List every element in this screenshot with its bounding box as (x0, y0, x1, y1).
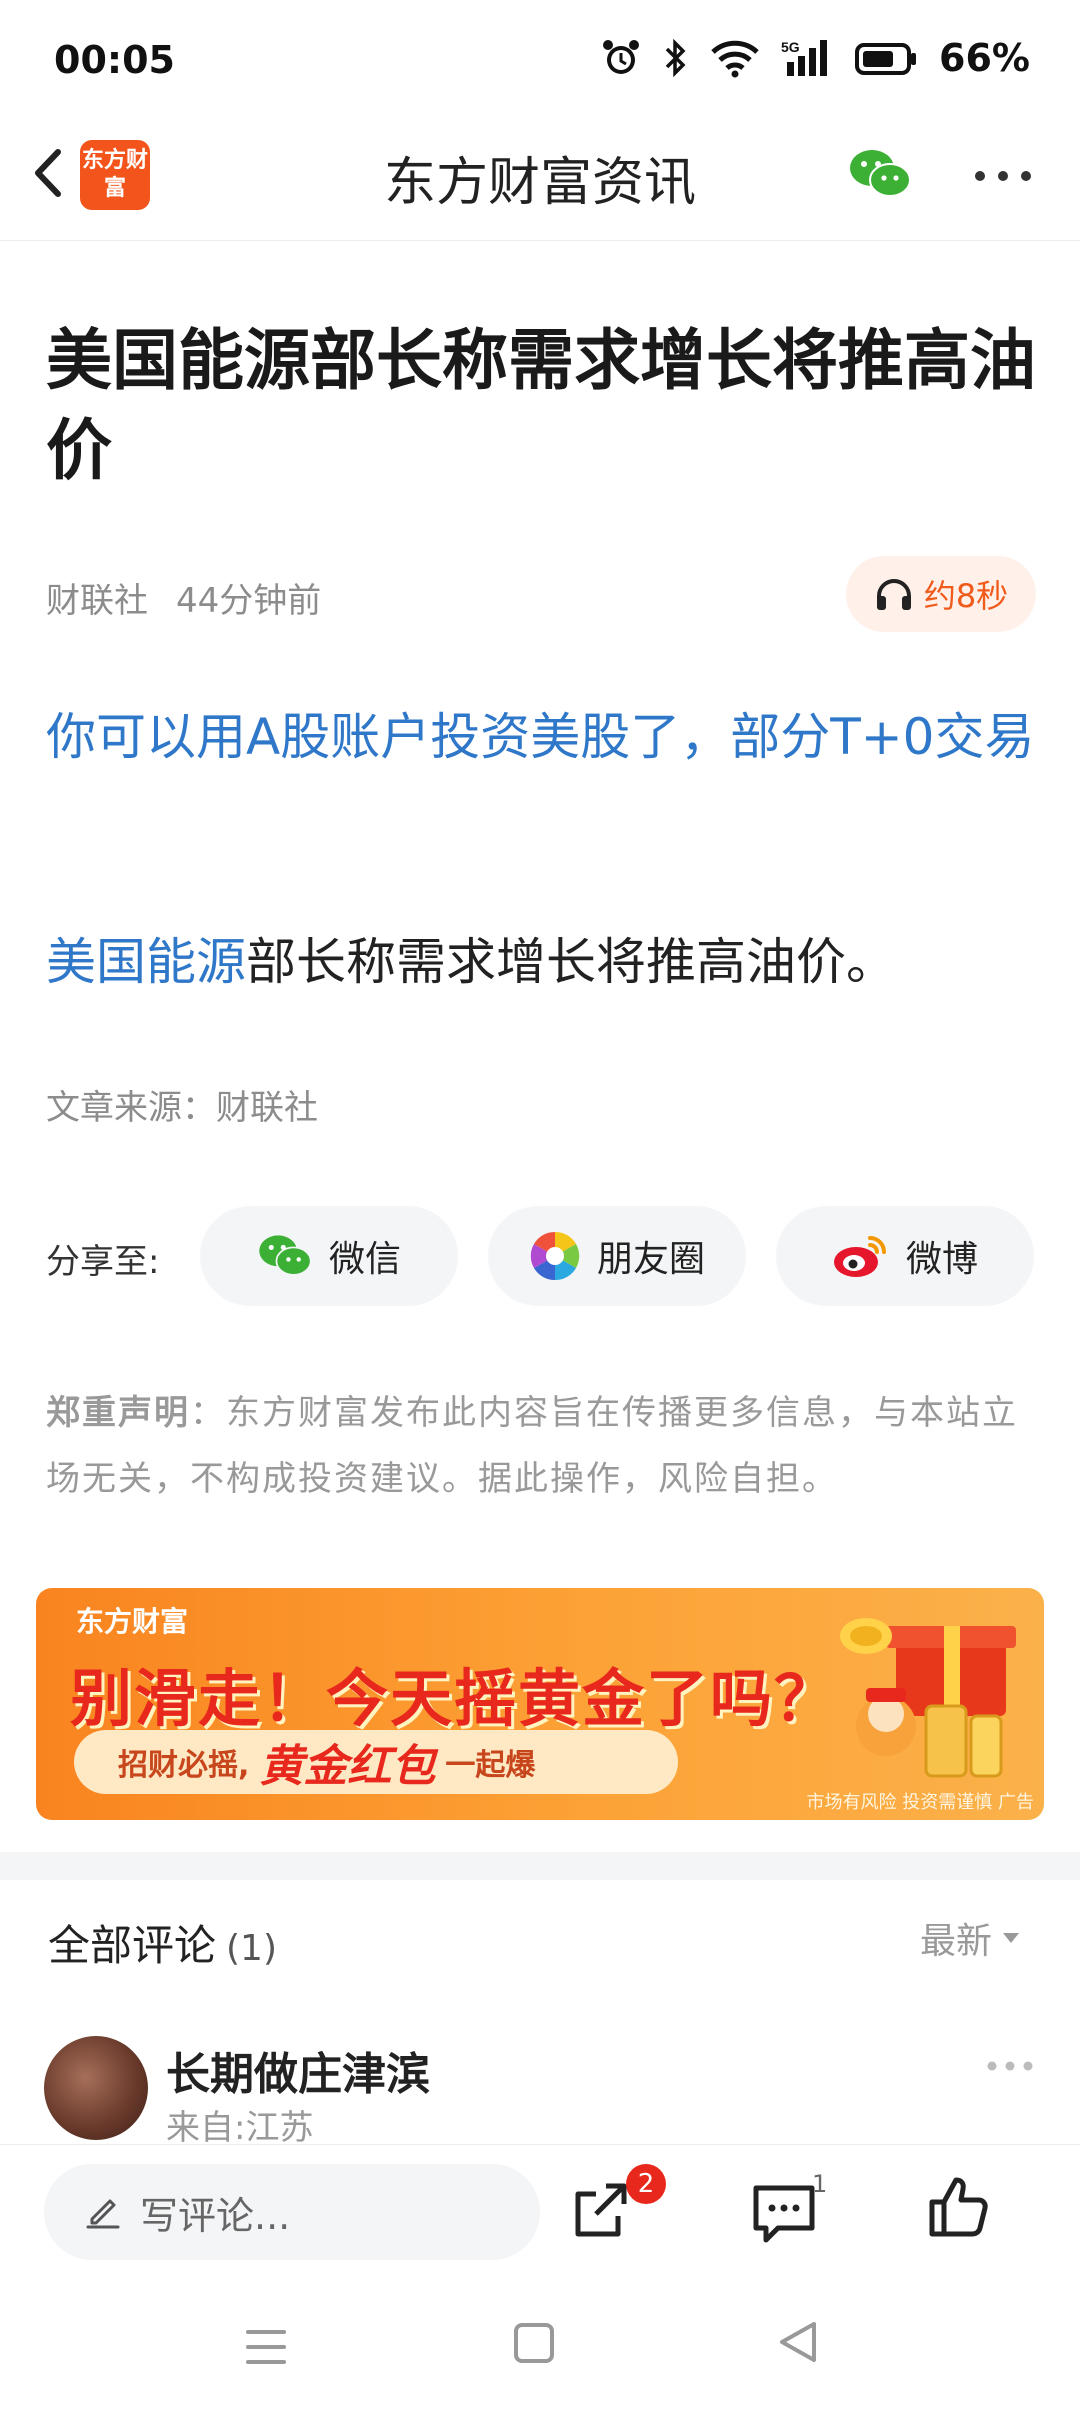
avatar[interactable] (44, 2036, 148, 2140)
share-count-badge: 2 (626, 2164, 666, 2204)
wechat-share-icon[interactable] (848, 146, 912, 202)
bluetooth-icon (665, 38, 686, 78)
audio-duration: 约8秒 (923, 577, 1009, 615)
banner-cta-main: 黄金红包 (259, 1741, 436, 1792)
share-moments-button[interactable]: 朋友圈 (488, 1206, 746, 1306)
nav-back-icon[interactable] (776, 2318, 820, 2366)
caret-down-icon (1003, 1933, 1020, 1943)
moments-icon (530, 1231, 580, 1281)
battery-icon (855, 43, 917, 75)
headphones-icon (876, 579, 911, 610)
svg-text:5G: 5G (781, 39, 800, 55)
weibo-icon (833, 1236, 886, 1277)
share-wechat-label: 微信 (328, 1239, 401, 1280)
status-icons: 5G 66% (601, 36, 1030, 80)
sort-dropdown[interactable]: 最新 (920, 1912, 1020, 1964)
more-icon[interactable] (974, 170, 1032, 182)
disclaimer-text: ：东方财富发布此内容旨在传播更多信息，与本站立场无关，不构成投资建议。据此操作，… (46, 1393, 1018, 1499)
wifi-icon (711, 40, 759, 78)
signal-5g-icon: 5G (781, 39, 828, 76)
article-source-line: 文章来源：财联社 (46, 1088, 318, 1128)
article-meta: 财联社 44分钟前 (46, 573, 349, 622)
article-source: 财联社 (46, 581, 148, 621)
section-divider (0, 1852, 1080, 1880)
commenter-location: 来自:江苏 (166, 2108, 314, 2148)
promo-banner[interactable]: 东方财富 别滑走！今天摇黄金了吗？ 招财必摇, 黄金红包 一起爆 市场有风险 投… (36, 1588, 1044, 1820)
comments-header: 全部评论 (1) (48, 1912, 277, 1973)
article-body-text: 部长称需求增长将推高油价。 (246, 933, 896, 991)
disclaimer: 郑重声明：东方财富发布此内容旨在传播更多信息，与本站立场无关，不构成投资建议。据… (46, 1380, 1036, 1512)
thumbs-up-icon[interactable] (924, 2172, 994, 2242)
share-moments-label: 朋友圈 (596, 1239, 705, 1280)
stock-keyword-link[interactable]: 美国能源 (46, 933, 246, 991)
share-weibo-button[interactable]: 微博 (776, 1206, 1034, 1306)
banner-headline: 别滑走！今天摇黄金了吗？ (70, 1662, 839, 1735)
gift-box-illustration (840, 1618, 1016, 1778)
share-label: 分享至: (46, 1242, 160, 1282)
status-time: 00:05 (54, 38, 175, 82)
comments-title: 全部评论 (48, 1921, 217, 1970)
wechat-icon (259, 1235, 312, 1276)
banner-cta-button[interactable]: 招财必摇, 黄金红包 一起爆 (74, 1730, 678, 1794)
home-icon[interactable] (512, 2320, 556, 2366)
comment-input-placeholder: 写评论... (140, 2193, 291, 2238)
commenter-name[interactable]: 长期做庄津滨 (166, 2038, 430, 2102)
share-weibo-label: 微博 (905, 1239, 978, 1280)
sort-label: 最新 (920, 1921, 993, 1962)
comment-input[interactable]: 写评论... (44, 2164, 540, 2260)
comment-icon[interactable] (748, 2178, 820, 2248)
disclaimer-heading: 郑重声明 (46, 1393, 190, 1433)
battery-percent: 66% (939, 36, 1030, 80)
article-body: 美国能源部长称需求增长将推高油价。 (46, 922, 1046, 1002)
alarm-icon (603, 40, 640, 74)
app-header: 东方财富 东方财富资讯 (0, 110, 1080, 241)
banner-cta-suffix: 一起爆 (445, 1748, 536, 1783)
page-title: 东方财富资讯 (383, 153, 696, 213)
comment-more-icon[interactable] (986, 2060, 1034, 2072)
pencil-icon (86, 2199, 120, 2229)
comment-count: 1 (812, 2170, 828, 2198)
promo-link[interactable]: 你可以用A股账户投资美股了，部分T+0交易 (46, 688, 1046, 786)
ad-disclaimer-note: 市场有风险 投资需谨慎 广告 (806, 1792, 1034, 1813)
status-bar: 00:05 5G 66% (0, 0, 1080, 110)
comments-count: (1) (226, 1928, 278, 1969)
banner-cta-prefix: 招财必摇, (118, 1748, 250, 1783)
article-title: 美国能源部长称需求增长将推高油价 (46, 322, 1036, 489)
banner-brand: 东方财富 (76, 1605, 189, 1638)
share-wechat-button[interactable]: 微信 (200, 1206, 458, 1306)
listen-button[interactable]: 约8秒 (846, 556, 1036, 632)
article-time: 44分钟前 (176, 581, 322, 621)
menu-icon[interactable] (244, 2322, 288, 2372)
